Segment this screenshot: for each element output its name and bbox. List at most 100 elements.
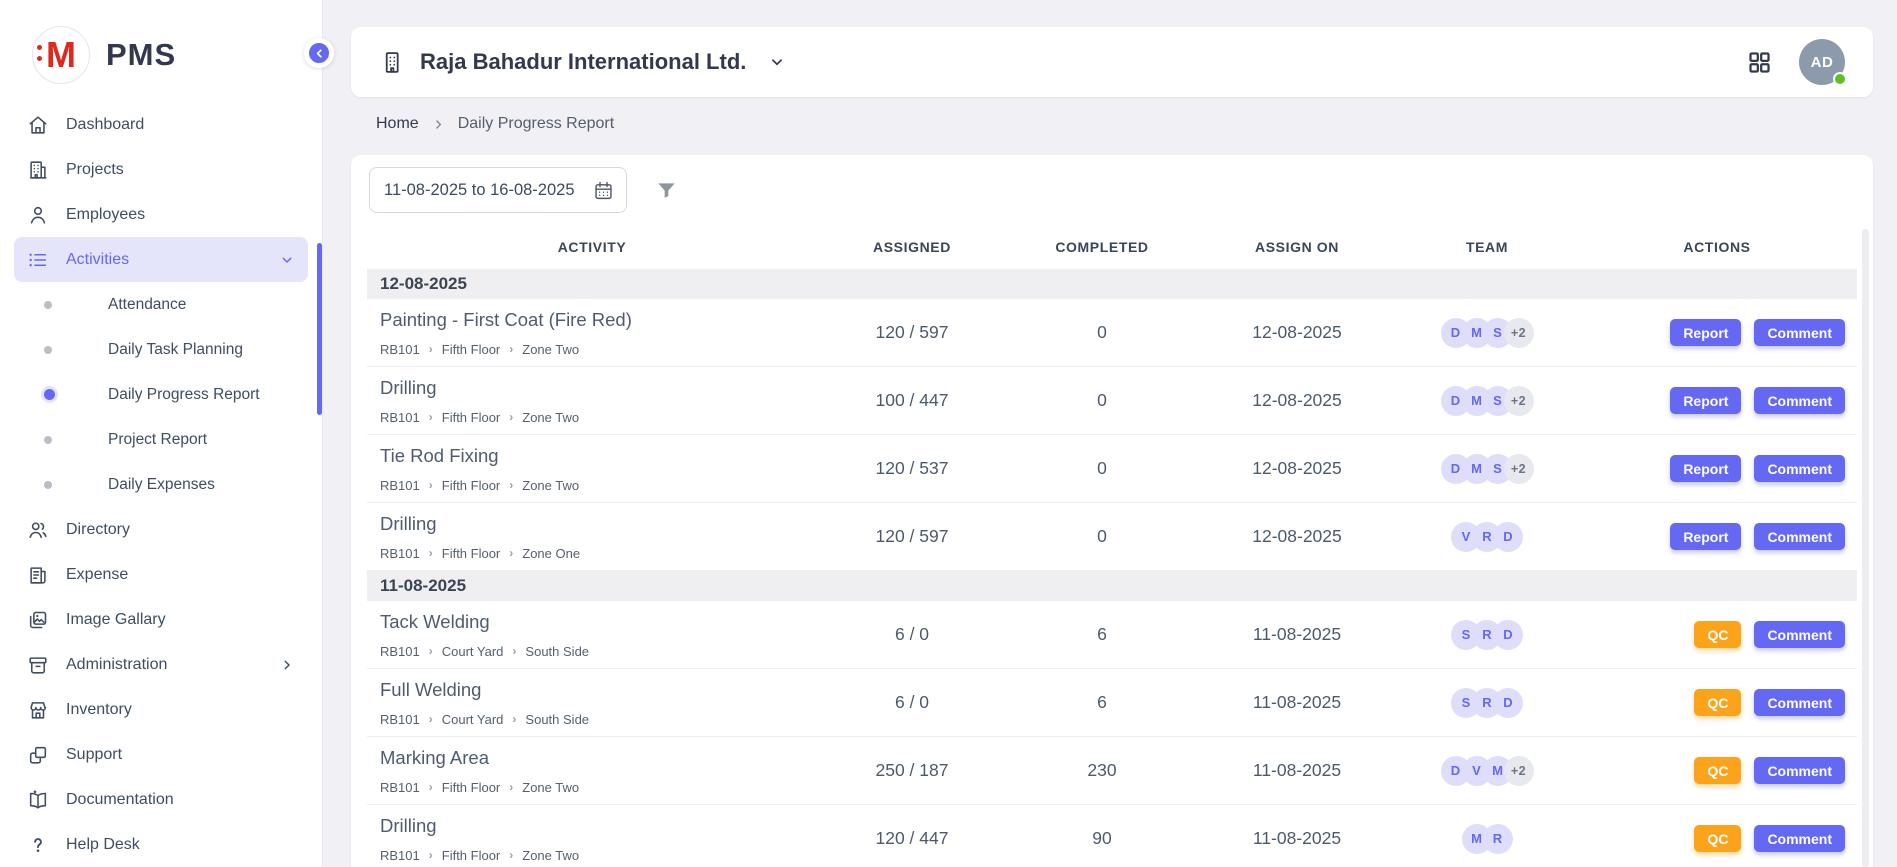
team-member-badge[interactable]: D	[1493, 688, 1523, 718]
breadcrumb-home[interactable]: Home	[376, 115, 419, 133]
sidebar-item-image-gallary[interactable]: Image Gallary	[14, 597, 308, 642]
path-segment: Fifth Floor	[442, 780, 501, 795]
app-logo: M PMS	[0, 0, 322, 102]
team-more-badge[interactable]: +2	[1504, 454, 1534, 484]
sidebar-item-label: Expense	[66, 566, 128, 584]
sidebar-item-dashboard[interactable]: Dashboard	[14, 102, 308, 147]
assign-on-value: 11-08-2025	[1197, 624, 1397, 645]
sidebar-subitem-project-report[interactable]: Project Report	[14, 417, 308, 462]
building-icon	[381, 50, 406, 75]
sidebar-item-help-desk[interactable]: Help Desk	[14, 822, 308, 867]
actions-cell: Report Comment	[1577, 387, 1857, 414]
chevron-separator-icon: ›	[512, 712, 516, 726]
comment-button[interactable]: Comment	[1754, 757, 1845, 784]
team-member-badge[interactable]: D	[1493, 620, 1523, 650]
sidebar-item-inventory[interactable]: Inventory	[14, 687, 308, 732]
comment-button[interactable]: Comment	[1754, 455, 1845, 482]
activity-path: RB101›Court Yard›South Side	[380, 644, 817, 659]
sidebar-item-label: Activities	[66, 251, 129, 269]
activity-path: RB101›Fifth Floor›Zone Two	[380, 410, 817, 425]
activity-title: Full Welding	[380, 679, 817, 701]
assigned-value: 6 / 0	[817, 624, 1007, 645]
sidebar-subitem-daily-progress-report[interactable]: Daily Progress Report	[14, 372, 308, 417]
date-range-input[interactable]: 11-08-2025 to 16-08-2025	[369, 167, 627, 213]
sidebar-item-documentation[interactable]: Documentation	[14, 777, 308, 822]
app-title: PMS	[106, 37, 176, 73]
report-button[interactable]: Report	[1670, 387, 1741, 414]
topbar: Raja Bahadur International Ltd. AD	[351, 27, 1873, 97]
team-member-badge[interactable]: R	[1483, 824, 1513, 854]
completed-value: 0	[1007, 390, 1197, 411]
completed-value: 0	[1007, 322, 1197, 343]
qc-button[interactable]: QC	[1694, 621, 1741, 648]
store-icon	[27, 699, 49, 721]
assign-on-value: 12-08-2025	[1197, 322, 1397, 343]
sidebar-subitem-daily-task-planning[interactable]: Daily Task Planning	[14, 327, 308, 372]
avatar[interactable]: AD	[1799, 39, 1845, 85]
activity-cell: Full WeldingRB101›Court Yard›South Side	[367, 679, 817, 727]
activity-cell: Marking Area RB101 › Fifth Floor › Zone Two	[367, 747, 817, 795]
chevron-separator-icon: ›	[429, 478, 433, 492]
sidebar-subitem-attendance[interactable]: Attendance	[14, 282, 308, 327]
breadcrumb: Home Daily Progress Report	[376, 115, 1873, 133]
comment-button[interactable]: Comment	[1754, 523, 1845, 550]
sidebar-subitem-daily-expenses[interactable]: Daily Expenses	[14, 462, 308, 507]
path-segment: Fifth Floor	[442, 478, 501, 493]
actions-cell: Report Comment	[1577, 455, 1857, 482]
sidebar-collapse-button[interactable]	[304, 38, 334, 68]
path-segment: Zone Two	[522, 780, 579, 795]
apps-grid-icon[interactable]	[1746, 49, 1773, 76]
report-button[interactable]: Report	[1670, 523, 1741, 550]
qc-button[interactable]: QC	[1694, 825, 1741, 852]
assign-on-value: 11-08-2025	[1197, 828, 1397, 849]
sidebar-item-projects[interactable]: Projects	[14, 147, 308, 192]
sidebar-item-support[interactable]: Support	[14, 732, 308, 777]
table-row: DrillingRB101›Fifth Floor›Zone One120 / …	[367, 503, 1857, 571]
topbar-right: AD	[1746, 39, 1845, 85]
team-member-badge[interactable]: D	[1493, 522, 1523, 552]
table-body: 12-08-2025Painting - First Coat (Fire Re…	[367, 269, 1857, 867]
sidebar-subitem-label: Daily Progress Report	[108, 386, 260, 404]
sidebar-item-directory[interactable]: Directory	[14, 507, 308, 552]
company-selector[interactable]: Raja Bahadur International Ltd.	[381, 49, 786, 75]
logo-m-icon: M	[46, 37, 76, 73]
sidebar-accent-bar	[317, 243, 322, 415]
sidebar-item-employees[interactable]: Employees	[14, 192, 308, 237]
comment-button[interactable]: Comment	[1754, 319, 1845, 346]
building-icon	[27, 159, 49, 181]
team-more-badge[interactable]: +2	[1504, 318, 1534, 348]
path-segment: RB101	[380, 712, 420, 727]
path-segment: Zone Two	[522, 478, 579, 493]
path-segment: RB101	[380, 780, 420, 795]
team-avatars: DVM+2	[1397, 756, 1577, 786]
activity-title: Marking Area	[380, 747, 817, 769]
assigned-value: 120 / 597	[817, 322, 1007, 343]
team-more-badge[interactable]: +2	[1504, 756, 1534, 786]
report-button[interactable]: Report	[1670, 455, 1741, 482]
comment-button[interactable]: Comment	[1754, 387, 1845, 414]
sidebar-item-activities[interactable]: Activities	[14, 237, 308, 282]
sidebar-item-expense[interactable]: Expense	[14, 552, 308, 597]
comment-button[interactable]: Comment	[1754, 689, 1845, 716]
sidebar-item-administration[interactable]: Administration	[14, 642, 308, 687]
report-button[interactable]: Report	[1670, 319, 1741, 346]
bullet-dot-icon	[44, 346, 52, 354]
vertical-scrollbar[interactable]	[1862, 229, 1869, 867]
sidebar-item-label: Projects	[66, 161, 124, 179]
chevron-separator-icon: ›	[429, 780, 433, 794]
comment-button[interactable]: Comment	[1754, 621, 1845, 648]
sidebar: M PMS Dashboard Projects Employees Activiti…	[0, 0, 323, 867]
chevron-separator-icon: ›	[509, 780, 513, 794]
path-segment: RB101	[380, 410, 420, 425]
qc-button[interactable]: QC	[1694, 757, 1741, 784]
question-icon	[27, 834, 49, 856]
team-more-badge[interactable]: +2	[1504, 386, 1534, 416]
qc-button[interactable]: QC	[1694, 689, 1741, 716]
filter-funnel-icon[interactable]	[655, 179, 678, 202]
company-name: Raja Bahadur International Ltd.	[420, 49, 746, 75]
column-header-assigned: ASSIGNED	[817, 239, 1007, 255]
list-icon	[27, 249, 49, 271]
comment-button[interactable]: Comment	[1754, 825, 1845, 852]
activity-title: Drilling	[380, 815, 817, 837]
bullet-dot-icon	[44, 301, 52, 309]
